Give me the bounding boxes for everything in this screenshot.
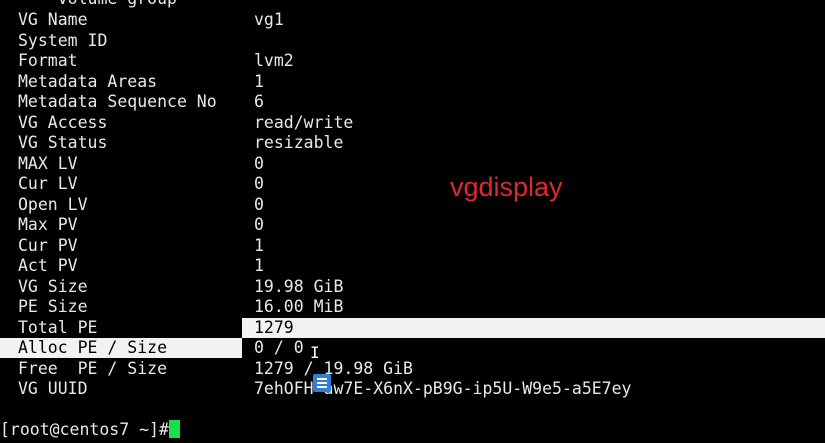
- terminal-window[interactable]: --- Volume group --- VG Name vg1 System ID…: [0, 0, 825, 443]
- row-key: Open LV: [18, 195, 88, 214]
- row-key: PE Size: [18, 297, 88, 316]
- output-row: Act PV 1: [0, 256, 825, 276]
- row-key: Total PE: [18, 318, 98, 337]
- row-value: 1: [254, 72, 264, 91]
- output-row: Open LV 0: [0, 195, 825, 215]
- row-key: VG Name: [18, 10, 88, 29]
- row-key: VG Size: [18, 277, 88, 296]
- output-row: Metadata Sequence No 6: [0, 92, 825, 112]
- section-header: --- Volume group ---: [18, 0, 217, 8]
- output-row: VG Size 19.98 GiB: [0, 277, 825, 297]
- selection-highlight: [242, 318, 825, 338]
- row-value: 1279 / 19.98 GiB: [254, 359, 413, 378]
- row-value: read/write: [254, 113, 354, 132]
- row-value: 0 / 0: [254, 338, 304, 357]
- note-icon[interactable]: [313, 374, 331, 392]
- row-key: VG Status: [18, 133, 108, 152]
- row-value: 0: [254, 215, 264, 234]
- row-value: lvm2: [254, 51, 294, 70]
- output-row: VG Status resizable: [0, 133, 825, 153]
- output-row: MAX LV 0: [0, 154, 825, 174]
- output-row: VG Name vg1: [0, 10, 825, 30]
- output-row: Alloc PE / Size 0 / 0: [0, 338, 825, 358]
- row-value: 7ehOFH-aw7E-X6nX-pB9G-ip5U-W9e5-a5E7ey: [254, 379, 632, 398]
- output-row: Cur LV 0: [0, 174, 825, 194]
- output-row: Cur PV 1: [0, 236, 825, 256]
- row-value: 16.00 MiB: [254, 297, 344, 316]
- row-key: Cur PV: [18, 236, 78, 255]
- row-key: Max PV: [18, 215, 78, 234]
- row-value: 1: [254, 236, 264, 255]
- row-key: Metadata Sequence No: [18, 92, 217, 111]
- row-key: System ID: [18, 31, 108, 50]
- output-row: PE Size 16.00 MiB: [0, 297, 825, 317]
- text-cursor: [168, 420, 180, 438]
- row-key: VG Access: [18, 113, 108, 132]
- row-value: vg1: [254, 10, 284, 29]
- output-row: Free PE / Size 1279 / 19.98 GiB: [0, 359, 825, 379]
- output-row: System ID: [0, 31, 825, 51]
- row-key: Metadata Areas: [18, 72, 158, 91]
- row-key: VG UUID: [18, 379, 88, 398]
- row-value: resizable: [254, 133, 344, 152]
- output-row: VG Access read/write: [0, 113, 825, 133]
- row-value: 19.98 GiB: [254, 277, 344, 296]
- row-key: Act PV: [18, 256, 78, 275]
- shell-prompt[interactable]: [root@centos7 ~]#: [0, 420, 180, 440]
- output-row: Max PV 0: [0, 215, 825, 235]
- output-row: Format lvm2: [0, 51, 825, 71]
- row-value: 0: [254, 195, 264, 214]
- row-value: 6: [254, 92, 264, 111]
- row-key: Alloc PE / Size: [18, 338, 168, 357]
- row-key: Format: [18, 51, 78, 70]
- row-key: Free PE / Size: [18, 359, 168, 378]
- row-value: 1: [254, 256, 264, 275]
- row-key: Cur LV: [18, 174, 78, 193]
- row-value: 0: [254, 174, 264, 193]
- row-key: MAX LV: [18, 154, 78, 173]
- output-row: Metadata Areas 1: [0, 72, 825, 92]
- output-row: VG UUID 7ehOFH-aw7E-X6nX-pB9G-ip5U-W9e5-a…: [0, 379, 825, 399]
- annotation-label: vgdisplay: [450, 172, 563, 202]
- prompt-text: [root@centos7 ~]#: [0, 420, 169, 439]
- output-row: Total PE 1279: [0, 318, 825, 338]
- row-value: 1279: [254, 318, 294, 337]
- i-beam-icon: I: [310, 343, 320, 362]
- row-value: 0: [254, 154, 264, 173]
